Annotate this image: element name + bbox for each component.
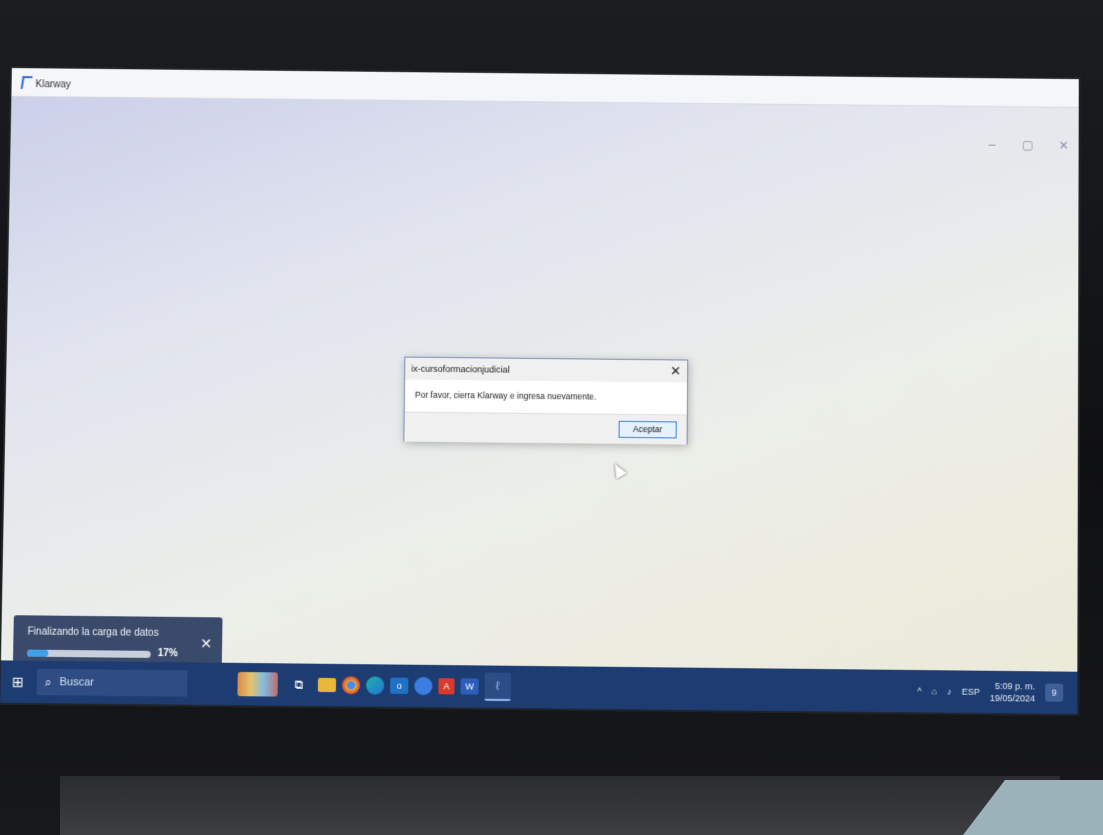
acrobat-icon[interactable]: A xyxy=(438,678,455,695)
dialog-footer: Aceptar xyxy=(404,411,687,445)
edge-icon[interactable] xyxy=(366,676,385,695)
app-title: Klarway xyxy=(20,76,72,91)
tray-chevron-icon[interactable]: ^ xyxy=(917,686,921,696)
app-content: ix-cursoformacionjudicial ✕ Por favor, c… xyxy=(1,96,1079,673)
message-dialog: ix-cursoformacionjudicial ✕ Por favor, c… xyxy=(403,356,689,445)
klarway-logo-icon xyxy=(20,76,33,90)
mouse-cursor-icon xyxy=(609,460,627,479)
toast-close-button[interactable]: ✕ xyxy=(200,635,212,652)
klarway-icon[interactable]: ℓ xyxy=(484,672,511,702)
toast-text: Finalizando la carga de datos xyxy=(27,626,159,639)
task-view-icon[interactable]: ⧉ xyxy=(286,671,312,697)
system-tray: ^ ⌂ ♪ ESP 5:09 p. m. 19/05/2024 9 xyxy=(917,679,1077,705)
windows-start-icon[interactable]: ⊞ xyxy=(4,669,31,695)
taskbar-search[interactable]: ⌕ Buscar xyxy=(36,668,188,697)
chrome-icon[interactable] xyxy=(341,676,361,695)
word-icon[interactable]: W xyxy=(460,678,479,695)
clock-date: 19/05/2024 xyxy=(989,692,1036,704)
laptop-hinge xyxy=(60,776,1060,835)
dialog-title: ix-cursoformacionjudicial xyxy=(411,363,510,375)
progress-fill xyxy=(27,649,49,657)
progress-percent: 17% xyxy=(157,647,178,660)
progress-bar xyxy=(27,649,151,658)
file-explorer-icon[interactable] xyxy=(317,677,337,693)
language-indicator[interactable]: ESP xyxy=(962,687,980,697)
clock-time: 5:09 p. m. xyxy=(994,680,1036,692)
notification-count: 9 xyxy=(1051,687,1057,698)
app-icon[interactable] xyxy=(414,676,433,696)
network-icon[interactable]: ⌂ xyxy=(932,686,938,696)
accept-button[interactable]: Aceptar xyxy=(618,420,677,439)
screen: Klarway – ▢ ✕ ix-cursoformacionjudicial … xyxy=(0,68,1079,715)
notification-center-icon[interactable]: 9 xyxy=(1045,683,1064,702)
volume-icon[interactable]: ♪ xyxy=(947,686,952,696)
widgets-icon[interactable] xyxy=(237,671,278,697)
dialog-message: Por favor, cierra Klarway e ingresa nuev… xyxy=(414,389,597,402)
app-title-text: Klarway xyxy=(35,79,72,91)
dialog-body: Por favor, cierra Klarway e ingresa nuev… xyxy=(404,379,688,415)
search-icon: ⌕ xyxy=(44,674,52,689)
outlook-icon[interactable]: o xyxy=(390,677,409,694)
taskbar-apps: ⧉ o A W ℓ xyxy=(286,670,511,702)
search-placeholder: Buscar xyxy=(59,676,95,689)
dialog-close-button[interactable]: ✕ xyxy=(670,363,681,379)
clock[interactable]: 5:09 p. m. 19/05/2024 xyxy=(990,680,1035,705)
